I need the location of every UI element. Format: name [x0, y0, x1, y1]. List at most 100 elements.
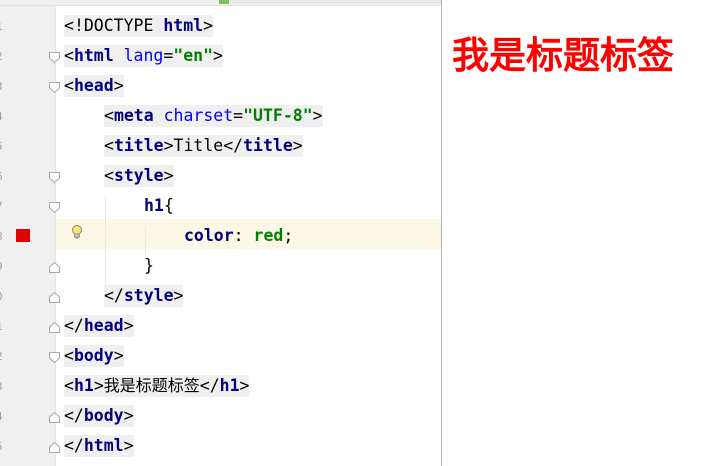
code-token: <: [64, 376, 74, 395]
code-line[interactable]: <html lang="en">: [64, 45, 223, 67]
code-token: >: [213, 46, 223, 65]
preview-heading: 我是标题标签: [452, 34, 674, 77]
code-token: >: [292, 136, 303, 155]
indent-guide: [105, 196, 106, 286]
line-number: 8: [0, 230, 4, 244]
code-token: red: [253, 226, 284, 245]
code-token: head: [73, 76, 114, 95]
code-token: </: [199, 376, 220, 395]
token-group: </body>: [64, 405, 134, 427]
fold-close-icon[interactable]: [48, 411, 61, 424]
line-number: 3: [0, 80, 4, 94]
code-line[interactable]: }: [144, 255, 154, 277]
code-token: >: [203, 16, 214, 35]
line-number: 1: [0, 20, 4, 34]
code-line[interactable]: <h1>我是标题标签</h1>: [64, 375, 250, 397]
code-line[interactable]: color: red;: [184, 225, 293, 247]
fold-open-icon[interactable]: [48, 81, 61, 94]
code-token: >: [239, 376, 250, 395]
token-group: }: [144, 255, 154, 277]
code-line[interactable]: <!DOCTYPE html>: [64, 15, 214, 37]
line-number: 7: [0, 200, 4, 214]
code-token: :: [233, 226, 254, 245]
code-token: {: [163, 196, 174, 215]
code-token: body: [73, 346, 114, 365]
code-line[interactable]: <head>: [64, 75, 124, 97]
code-token: <: [104, 136, 114, 155]
code-line[interactable]: <style>: [104, 165, 174, 187]
code-token: <: [64, 346, 74, 365]
code-token: title: [243, 136, 293, 155]
code-token: html: [163, 16, 204, 35]
code-token: charset: [163, 106, 234, 125]
code-token: >: [123, 406, 134, 425]
token-group: <html lang="en">: [64, 45, 223, 67]
line-number: 9: [0, 260, 4, 274]
token-group: h1{: [144, 195, 174, 217]
code-token: "UTF-8": [243, 106, 313, 125]
code-token: !DOCTYPE: [73, 16, 164, 35]
code-token: h1: [144, 196, 164, 215]
indent-guide: [145, 226, 146, 256]
code-token: =: [233, 106, 244, 125]
code-line[interactable]: h1{: [144, 195, 174, 217]
code-token: lang: [123, 46, 164, 65]
token-group: <style>: [104, 165, 174, 187]
fold-close-icon[interactable]: [48, 261, 61, 274]
lightbulb-icon[interactable]: [70, 224, 84, 242]
line-number: 4: [0, 110, 4, 124]
fold-close-icon[interactable]: [48, 441, 61, 454]
code-token: </: [223, 136, 244, 155]
token-group: <title>Title</title>: [104, 135, 303, 157]
code-token: >: [123, 436, 134, 455]
line-number: 6: [0, 170, 4, 184]
code-token: html: [73, 46, 124, 65]
fold-open-icon[interactable]: [48, 51, 61, 64]
line-number: 1: [0, 320, 4, 334]
code-token: "en": [173, 46, 214, 65]
code-editor[interactable]: 123456789012345 <!DOCTYPE html><html lan…: [0, 0, 441, 466]
code-token: <: [104, 106, 114, 125]
fold-open-icon[interactable]: [48, 171, 61, 184]
code-token: >: [113, 346, 124, 365]
code-token: Title: [173, 136, 224, 155]
token-group: <h1>我是标题标签</h1>: [64, 375, 250, 397]
code-token: <: [104, 166, 114, 185]
code-token: </: [64, 436, 84, 455]
code-token: h1: [219, 376, 240, 395]
code-token: >: [163, 166, 174, 185]
code-token: h1: [73, 376, 94, 395]
code-line[interactable]: </html>: [64, 435, 134, 457]
file-tab-marker[interactable]: [219, 0, 229, 4]
code-line[interactable]: <title>Title</title>: [104, 135, 303, 157]
code-line[interactable]: </body>: [64, 405, 134, 427]
code-line[interactable]: <body>: [64, 345, 124, 367]
line-number: 5: [0, 140, 4, 154]
code-token: head: [83, 316, 124, 335]
fold-open-icon[interactable]: [48, 351, 61, 364]
token-group: <meta charset="UTF-8">: [104, 105, 323, 127]
fold-close-icon[interactable]: [48, 291, 61, 304]
code-token: html: [83, 436, 124, 455]
fold-open-icon[interactable]: [48, 201, 61, 214]
line-number: 5: [0, 440, 4, 454]
breakpoint-marker-icon[interactable]: [16, 229, 30, 242]
code-token: style: [113, 166, 164, 185]
code-token: </: [104, 286, 124, 305]
code-token: title: [113, 136, 164, 155]
code-token: <: [64, 46, 74, 65]
code-line[interactable]: <meta charset="UTF-8">: [104, 105, 323, 127]
browser-preview: 我是标题标签: [442, 0, 709, 466]
code-token: meta: [113, 106, 164, 125]
code-line[interactable]: </head>: [64, 315, 134, 337]
code-token: body: [83, 406, 124, 425]
line-number: 2: [0, 50, 4, 64]
code-token: >: [93, 376, 104, 395]
code-line[interactable]: </style>: [104, 285, 184, 307]
token-group: </head>: [64, 315, 134, 337]
line-number: 3: [0, 380, 4, 394]
code-token: <: [64, 16, 74, 35]
code-token: color: [184, 226, 234, 245]
fold-close-icon[interactable]: [48, 321, 61, 334]
token-group: <head>: [64, 75, 124, 97]
